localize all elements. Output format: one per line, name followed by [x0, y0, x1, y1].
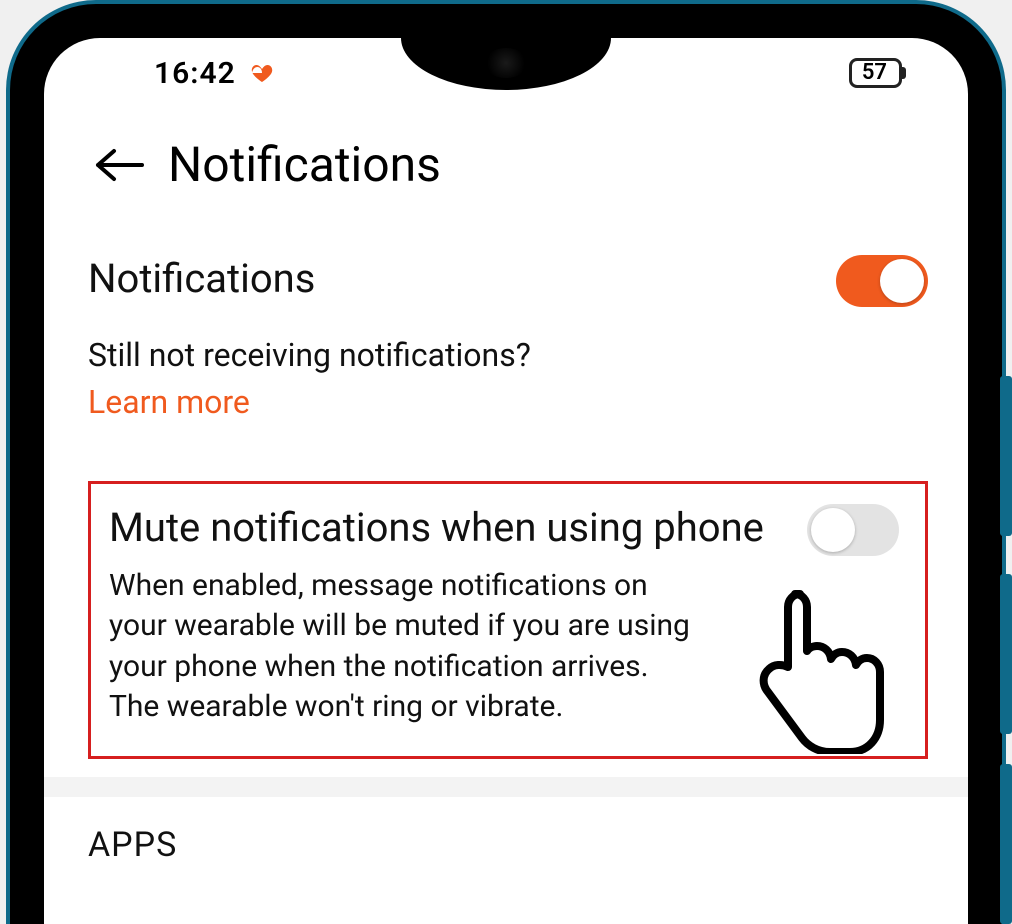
- mute-description: When enabled, message notifications on y…: [109, 566, 699, 728]
- mute-toggle[interactable]: [807, 504, 899, 556]
- mute-setting-highlight: Mute notifications when using phone When…: [88, 481, 928, 759]
- apps-section-header: APPS: [44, 797, 968, 865]
- side-button-2: [1000, 574, 1012, 734]
- battery-indicator: 57: [849, 58, 902, 88]
- side-button-3: [1000, 764, 1012, 924]
- health-app-icon: [250, 61, 274, 85]
- screen: 16:42 57: [44, 38, 968, 924]
- back-arrow-icon[interactable]: [94, 145, 146, 185]
- help-block: Still not receiving notifications? Learn…: [88, 335, 928, 421]
- page-header: Notifications: [44, 98, 968, 217]
- side-button-1: [1000, 376, 1012, 536]
- phone-frame: 16:42 57: [6, 0, 1006, 924]
- notifications-toggle[interactable]: [836, 255, 928, 307]
- section-divider: [44, 777, 968, 797]
- learn-more-link[interactable]: Learn more: [88, 383, 250, 421]
- status-clock: 16:42: [154, 56, 236, 91]
- help-question: Still not receiving notifications?: [88, 335, 928, 377]
- battery-level: 57: [862, 62, 887, 84]
- mute-title: Mute notifications when using phone: [109, 504, 787, 552]
- notifications-row: Notifications: [88, 255, 928, 307]
- notifications-label: Notifications: [88, 255, 816, 303]
- mute-row: Mute notifications when using phone When…: [109, 504, 899, 728]
- page-title: Notifications: [168, 136, 441, 193]
